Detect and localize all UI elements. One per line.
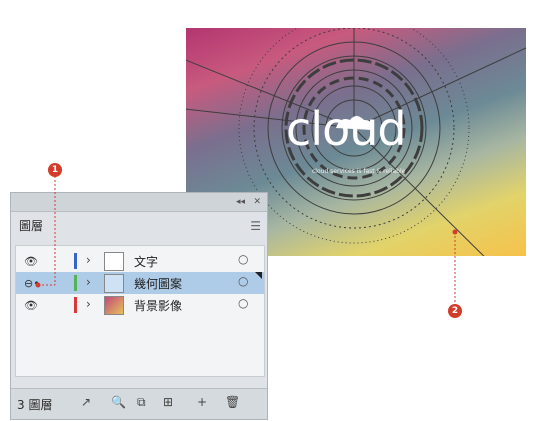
callout-badge: 2 [448, 304, 462, 318]
callout-badge: 1 [48, 163, 62, 177]
callout-leaders [35, 176, 458, 304]
